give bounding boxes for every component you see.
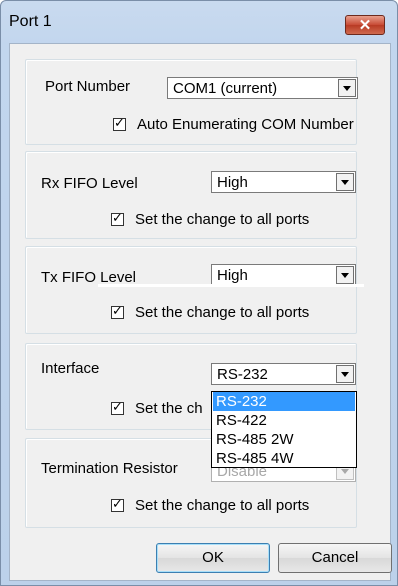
- termination-label: Termination Resistor: [41, 460, 178, 477]
- dropdown-option-rs422[interactable]: RS-422: [213, 411, 355, 430]
- chevron-down-icon[interactable]: [336, 365, 354, 383]
- chevron-down-icon[interactable]: [338, 79, 356, 97]
- interface-all-ports-checkbox[interactable]: [111, 400, 124, 415]
- tx-fifo-all-ports-label[interactable]: Set the change to all ports: [135, 304, 309, 321]
- interface-value: RS-232: [217, 366, 268, 383]
- rx-fifo-value: High: [217, 174, 248, 191]
- interface-dropdown-list: RS-232 RS-422 RS-485 2W RS-485 4W: [211, 391, 357, 468]
- rx-fifo-select[interactable]: High: [211, 171, 356, 193]
- port-number-select[interactable]: COM1 (current): [167, 77, 358, 99]
- rx-fifo-label: Rx FIFO Level: [41, 175, 138, 192]
- cancel-button[interactable]: Cancel: [278, 543, 392, 573]
- rx-fifo-all-ports-checkbox[interactable]: [111, 211, 124, 226]
- interface-select[interactable]: RS-232: [211, 363, 356, 385]
- dropdown-option-rs485-2w[interactable]: RS-485 2W: [213, 430, 355, 449]
- auto-enumerating-label[interactable]: Auto Enumerating COM Number: [137, 116, 354, 133]
- auto-enumerating-checkbox[interactable]: [113, 116, 126, 131]
- close-icon: ✕: [358, 17, 372, 34]
- title-bar[interactable]: Port 1 ✕: [1, 1, 397, 43]
- tx-fifo-all-ports-checkbox[interactable]: [111, 304, 124, 319]
- port-number-value: COM1 (current): [173, 80, 278, 97]
- dropdown-option-rs232[interactable]: RS-232: [213, 392, 355, 411]
- tx-fifo-select[interactable]: High: [211, 264, 356, 286]
- interface-label: Interface: [41, 360, 100, 377]
- close-button[interactable]: ✕: [345, 15, 385, 35]
- window-title: Port 1: [9, 13, 52, 30]
- chevron-down-icon[interactable]: [336, 173, 354, 191]
- ok-button[interactable]: OK: [156, 543, 270, 573]
- rx-fifo-all-ports-label[interactable]: Set the change to all ports: [135, 211, 309, 228]
- termination-all-ports-checkbox[interactable]: [111, 497, 124, 512]
- interface-all-ports-label[interactable]: Set the ch: [135, 400, 203, 417]
- tx-fifo-value: High: [217, 267, 248, 284]
- port-number-label: Port Number: [45, 78, 131, 95]
- termination-all-ports-label[interactable]: Set the change to all ports: [135, 497, 309, 514]
- dropdown-option-rs485-4w[interactable]: RS-485 4W: [213, 449, 355, 468]
- render-artifact: [98, 284, 364, 287]
- chevron-down-icon[interactable]: [336, 266, 354, 284]
